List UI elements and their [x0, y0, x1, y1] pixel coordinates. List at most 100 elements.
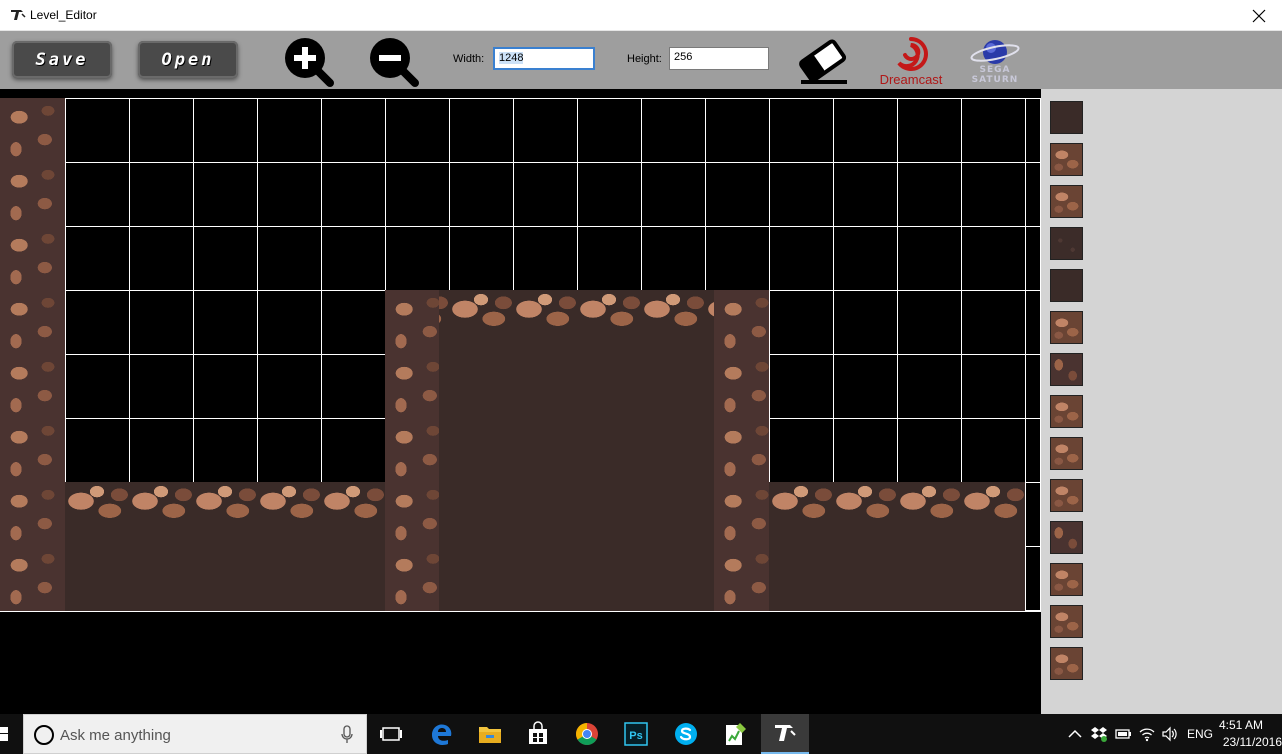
- palette-tile-rock[interactable]: [1050, 311, 1083, 344]
- grid-cell[interactable]: [385, 162, 450, 227]
- photoshop-button[interactable]: Ps: [612, 714, 660, 754]
- notepad-plus-button[interactable]: [711, 714, 759, 754]
- chevron-up-icon[interactable]: [1066, 726, 1084, 742]
- palette-tile-rock[interactable]: [1050, 437, 1083, 470]
- grid-cell[interactable]: [65, 98, 130, 163]
- battery-icon[interactable]: [1114, 726, 1132, 742]
- grid-cell[interactable]: [449, 98, 514, 163]
- grid-cell[interactable]: [257, 290, 322, 355]
- grid-cell[interactable]: [897, 98, 962, 163]
- grid-cell[interactable]: [385, 98, 450, 163]
- grid-cell[interactable]: [961, 162, 1026, 227]
- wifi-icon[interactable]: [1138, 726, 1156, 742]
- rock-wall-tile[interactable]: [385, 290, 439, 611]
- language-indicator[interactable]: ENG: [1187, 727, 1213, 741]
- task-view-button[interactable]: [367, 714, 415, 754]
- clock-date[interactable]: 23/11/2016: [1223, 735, 1282, 749]
- close-button[interactable]: [1236, 0, 1282, 31]
- grid-cell[interactable]: [513, 162, 578, 227]
- grid-cell[interactable]: [641, 226, 706, 291]
- grid-cell[interactable]: [705, 98, 770, 163]
- dropbox-icon[interactable]: [1090, 726, 1108, 742]
- zoom-in-icon[interactable]: [282, 35, 334, 87]
- tile-grid[interactable]: [0, 98, 1090, 612]
- grid-cell[interactable]: [961, 98, 1026, 163]
- clock-time[interactable]: 4:51 AM: [1219, 718, 1263, 732]
- sega-saturn-button[interactable]: SEGA SATURN: [967, 35, 1023, 87]
- rock-floor-tile[interactable]: [769, 482, 1025, 611]
- grid-cell[interactable]: [65, 162, 130, 227]
- file-explorer-button[interactable]: [466, 714, 514, 754]
- grid-cell[interactable]: [705, 162, 770, 227]
- palette-tile-dark[interactable]: [1050, 269, 1083, 302]
- palette-tile-dirt[interactable]: [1050, 227, 1083, 260]
- cortana-search-box[interactable]: Ask me anything: [23, 714, 367, 754]
- palette-tile-rock[interactable]: [1050, 479, 1083, 512]
- palette-tile-dark[interactable]: [1050, 101, 1083, 134]
- grid-cell[interactable]: [193, 290, 258, 355]
- rock-ledge-tile[interactable]: [385, 290, 769, 350]
- grid-cell[interactable]: [833, 354, 898, 419]
- grid-cell[interactable]: [833, 226, 898, 291]
- grid-cell[interactable]: [65, 226, 130, 291]
- grid-cell[interactable]: [65, 290, 130, 355]
- grid-cell[interactable]: [769, 290, 834, 355]
- grid-cell[interactable]: [257, 354, 322, 419]
- palette-tile-rock[interactable]: [1050, 563, 1083, 596]
- grid-cell[interactable]: [961, 226, 1026, 291]
- palette-tile-rock[interactable]: [1050, 395, 1083, 428]
- grid-cell[interactable]: [321, 354, 386, 419]
- eraser-icon[interactable]: [797, 37, 851, 85]
- grid-cell[interactable]: [129, 354, 194, 419]
- grid-cell[interactable]: [641, 162, 706, 227]
- grid-cell[interactable]: [513, 98, 578, 163]
- grid-cell[interactable]: [321, 98, 386, 163]
- grid-cell[interactable]: [833, 98, 898, 163]
- grid-cell[interactable]: [257, 98, 322, 163]
- grid-cell[interactable]: [129, 418, 194, 483]
- grid-cell[interactable]: [769, 354, 834, 419]
- volume-icon[interactable]: [1161, 726, 1179, 742]
- grid-cell[interactable]: [257, 418, 322, 483]
- zoom-out-icon[interactable]: [367, 35, 419, 87]
- grid-cell[interactable]: [577, 98, 642, 163]
- grid-cell[interactable]: [65, 418, 130, 483]
- palette-tile-rock[interactable]: [1050, 647, 1083, 680]
- rock-wall-tile[interactable]: [0, 98, 65, 611]
- grid-cell[interactable]: [897, 226, 962, 291]
- grid-cell[interactable]: [833, 162, 898, 227]
- palette-tile-wall[interactable]: [1050, 521, 1083, 554]
- grid-cell[interactable]: [193, 98, 258, 163]
- grid-cell[interactable]: [65, 354, 130, 419]
- grid-cell[interactable]: [897, 162, 962, 227]
- grid-cell[interactable]: [705, 226, 770, 291]
- palette-tile-wall[interactable]: [1050, 353, 1083, 386]
- grid-cell[interactable]: [449, 226, 514, 291]
- grid-cell[interactable]: [129, 290, 194, 355]
- grid-cell[interactable]: [961, 418, 1026, 483]
- grid-cell[interactable]: [769, 98, 834, 163]
- grid-cell[interactable]: [769, 226, 834, 291]
- palette-tile-rock[interactable]: [1050, 185, 1083, 218]
- palette-tile-rock[interactable]: [1050, 605, 1083, 638]
- grid-cell[interactable]: [897, 418, 962, 483]
- grid-cell[interactable]: [257, 162, 322, 227]
- grid-cell[interactable]: [193, 354, 258, 419]
- grid-cell[interactable]: [385, 226, 450, 291]
- grid-cell[interactable]: [321, 418, 386, 483]
- save-button[interactable]: Save: [12, 41, 112, 78]
- rock-wall-tile[interactable]: [714, 290, 769, 611]
- grid-cell[interactable]: [833, 290, 898, 355]
- width-field[interactable]: 1248: [493, 47, 595, 70]
- grid-cell[interactable]: [961, 354, 1026, 419]
- grid-cell[interactable]: [833, 418, 898, 483]
- skype-button[interactable]: [662, 714, 710, 754]
- grid-cell[interactable]: [577, 226, 642, 291]
- grid-cell[interactable]: [577, 162, 642, 227]
- grid-cell[interactable]: [193, 418, 258, 483]
- grid-cell[interactable]: [193, 162, 258, 227]
- microphone-icon[interactable]: [340, 725, 354, 745]
- dirt-fill-tile[interactable]: [439, 350, 714, 611]
- grid-cell[interactable]: [769, 162, 834, 227]
- start-button-icon[interactable]: [0, 727, 9, 741]
